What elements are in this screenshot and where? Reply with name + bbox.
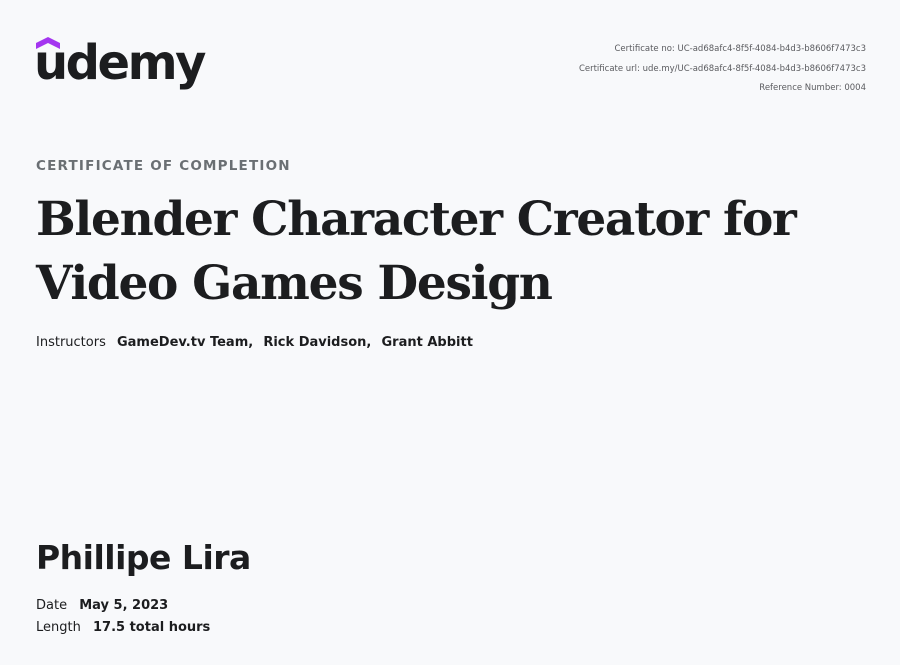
instructors-label: Instructors [36, 335, 106, 350]
course-length: Length 17.5 total hours [36, 620, 210, 636]
length-value: 17.5 total hours [92, 620, 211, 635]
certificate-url: Certificate url: ude.my/UC-ad68afc4-8f5f… [578, 63, 866, 74]
instructor-name: Grant Abbitt [381, 335, 473, 350]
date-label: Date [36, 598, 68, 613]
instructor-separator: , [366, 335, 372, 350]
certificate-number: Certificate no: UC-ad68afc4-8f5f-4084-b4… [614, 44, 866, 54]
udemy-logo: udemy [34, 37, 206, 95]
instructor-separator: , [248, 335, 254, 350]
instructor-name: Rick Davidson [263, 335, 367, 350]
certificate-meta: Certificate no: UC-ad68afc4-8f5f-4084-b4… [579, 40, 866, 99]
date-value: May 5, 2023 [79, 598, 169, 613]
instructors-line: Instructors GameDev.tv Team, Rick Davids… [36, 335, 473, 351]
logo-wordmark: udemy [34, 35, 206, 91]
course-title-line-1: Blender Character Creator for [36, 192, 797, 247]
recipient-name: Phillipe Lira [36, 538, 251, 577]
instructor-name: GameDev.tv Team [116, 335, 249, 350]
course-title-line-2: Video Games Design [36, 256, 553, 311]
completion-date: Date May 5, 2023 [36, 598, 168, 614]
certificate-eyebrow: CERTIFICATE OF COMPLETION [36, 158, 291, 174]
course-title: Blender Character Creator for Video Game… [36, 188, 876, 316]
length-label: Length [36, 620, 81, 635]
reference-number: Reference Number: 0004 [759, 83, 866, 93]
